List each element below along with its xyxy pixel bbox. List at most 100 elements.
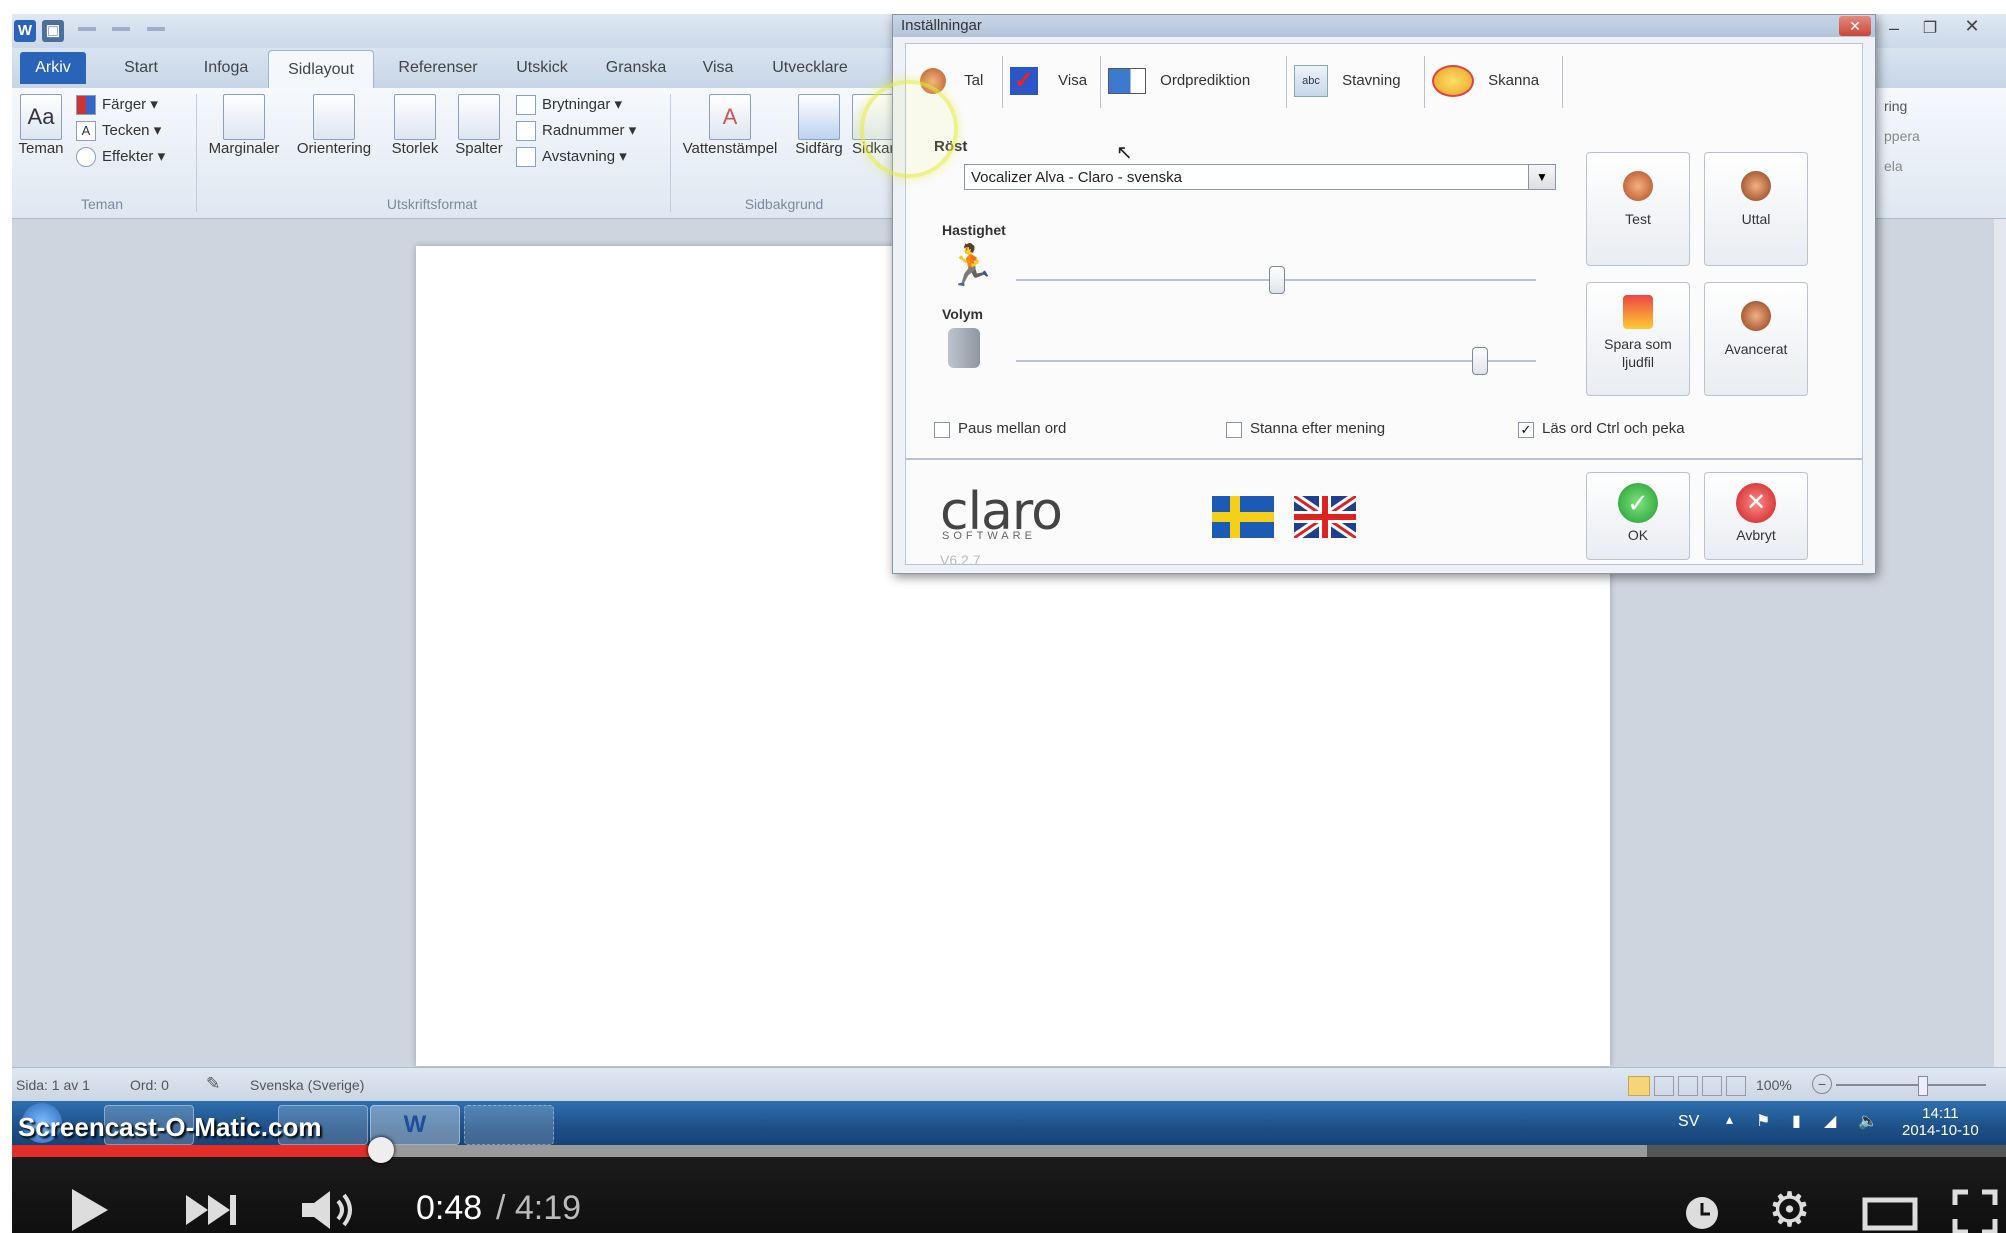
checkbox-read-word-ctrl[interactable]: ✓ <box>1518 422 1534 438</box>
cancel-button[interactable]: ✕ Avbryt <box>1704 472 1808 560</box>
dialog-close-icon[interactable]: ✕ <box>1839 16 1871 36</box>
chevron-down-icon[interactable]: ▼ <box>1528 165 1555 189</box>
save-icon[interactable]: ▣ <box>42 20 64 42</box>
ok-button[interactable]: ✓ OK <box>1586 472 1690 560</box>
theater-mode-icon[interactable] <box>1862 1197 1918 1231</box>
outline-view-icon[interactable] <box>1702 1076 1722 1096</box>
pronunciation-button[interactable]: Uttal <box>1704 152 1808 266</box>
tab-stavning[interactable]: abc Stavning <box>1294 52 1418 110</box>
dialog-title-bar[interactable]: Inställningar ✕ <box>893 15 1875 37</box>
swedish-flag-icon[interactable] <box>1212 496 1274 538</box>
themes-options: Färger ▾ A Tecken ▾ Effekter ▾ <box>76 92 186 170</box>
status-word-count[interactable]: Ord: 0 <box>130 1077 169 1093</box>
version-label: V6.2.7 <box>940 552 981 568</box>
themes-button[interactable]: Aa Teman <box>16 94 66 157</box>
tab-visa-dialog[interactable]: ✓ Visa <box>1010 52 1094 110</box>
size-label: Storlek <box>391 140 439 157</box>
volume-slider-track[interactable] <box>1016 360 1536 362</box>
speed-slider-thumb[interactable] <box>1269 266 1285 294</box>
test-button[interactable]: Test <box>1586 152 1690 266</box>
full-screen-view-icon[interactable] <box>1654 1076 1674 1096</box>
hyphenation-button[interactable]: Avstavning ▾ <box>516 144 666 170</box>
status-language[interactable]: Svenska (Sverige) <box>250 1077 364 1093</box>
volume-slider-thumb[interactable] <box>1471 347 1488 375</box>
uk-flag-icon[interactable] <box>1294 496 1356 538</box>
tray-flag-icon[interactable]: ⚑ <box>1756 1111 1770 1131</box>
voice-select[interactable]: Vocalizer Alva - Claro - svenska <box>964 164 1556 190</box>
web-layout-view-icon[interactable] <box>1678 1076 1698 1096</box>
watermark-icon: A <box>709 94 751 140</box>
fullscreen-icon[interactable] <box>1952 1189 1998 1233</box>
print-layout-view-icon[interactable] <box>1628 1076 1650 1096</box>
spelling-abc-icon: abc <box>1294 65 1328 98</box>
progress-scrubber[interactable] <box>367 1137 394 1163</box>
margins-button[interactable]: Marginaler <box>202 94 286 157</box>
quick-access-toolbar[interactable] <box>72 22 182 36</box>
watermark-button[interactable]: A Vattenstämpel <box>674 94 786 157</box>
tab-arkiv[interactable]: Arkiv <box>20 52 86 84</box>
checkbox-pause-between-words[interactable] <box>934 422 950 438</box>
group-label-page-background: Sidbakgrund <box>744 196 824 212</box>
tab-skanna[interactable]: Skanna <box>1432 52 1556 110</box>
effects-icon <box>76 147 96 168</box>
arrange-item[interactable]: ela <box>1884 158 1994 188</box>
tray-clock[interactable]: 14:11 2014-10-10 <box>1902 1105 1979 1139</box>
watch-later-icon[interactable] <box>1684 1195 1720 1231</box>
zoom-slider-track[interactable] <box>1836 1084 1986 1086</box>
zoom-slider-thumb[interactable] <box>1918 1076 1928 1096</box>
next-icon[interactable] <box>184 1193 240 1227</box>
zoom-level[interactable]: 100% <box>1756 1077 1792 1093</box>
fonts-icon: A <box>76 121 96 142</box>
checkbox-stop-after-sentence[interactable] <box>1226 422 1242 438</box>
tab-visa-label: Visa <box>1058 72 1088 89</box>
tab-infoga[interactable]: Infoga <box>188 48 264 88</box>
maximize-icon[interactable]: ❐ <box>1916 18 1944 40</box>
columns-button[interactable]: Spalter <box>448 94 510 157</box>
pause-between-words-label: Paus mellan ord <box>958 420 1067 437</box>
window-close-icon[interactable]: ✕ <box>1952 16 1992 40</box>
settings-gear-icon[interactable]: ⚙ <box>1768 1183 1811 1233</box>
tab-start[interactable]: Start <box>108 48 174 88</box>
fonts-button[interactable]: A Tecken ▾ <box>76 118 186 144</box>
page-color-button[interactable]: Sidfärg <box>788 94 850 157</box>
word-app-icon[interactable]: W <box>14 20 36 42</box>
draft-view-icon[interactable] <box>1726 1076 1746 1096</box>
proofing-icon[interactable]: ✎ <box>206 1074 220 1094</box>
speed-label: Hastighet <box>942 222 1006 238</box>
tab-ordprediktion[interactable]: Ordprediktion <box>1108 52 1280 110</box>
tab-referenser[interactable]: Referenser <box>388 48 488 88</box>
tray-expand-icon[interactable]: ▴ <box>1726 1111 1733 1128</box>
zoom-out-icon[interactable]: − <box>1812 1074 1832 1094</box>
size-button[interactable]: Storlek <box>384 94 446 157</box>
volume-icon[interactable] <box>300 1189 362 1231</box>
tab-utvecklare[interactable]: Utvecklare <box>760 48 860 88</box>
status-page-count[interactable]: Sida: 1 av 1 <box>16 1077 90 1093</box>
dialog-panel: Tal ✓ Visa Ordprediktion abc Stavning Sk… <box>905 43 1863 568</box>
progress-played <box>12 1145 381 1157</box>
tray-volume-icon[interactable]: 🔈 <box>1858 1111 1878 1131</box>
effects-button[interactable]: Effekter ▾ <box>76 144 186 170</box>
advanced-button[interactable]: Avancerat <box>1704 282 1808 396</box>
line-numbers-button[interactable]: Radnummer ▾ <box>516 118 666 144</box>
taskbar-app-snipping[interactable] <box>464 1105 554 1145</box>
tray-network-icon[interactable]: ◢ <box>1824 1111 1836 1131</box>
tray-battery-icon[interactable]: ▮ <box>1792 1111 1801 1131</box>
colors-button[interactable]: Färger ▾ <box>76 92 186 118</box>
word-prediction-icon <box>1108 68 1146 95</box>
vertical-scrollbar[interactable] <box>1994 219 2006 1067</box>
tab-granska[interactable]: Granska <box>594 48 678 88</box>
arrange-group-partial: ring ppera ela <box>1884 98 1994 188</box>
ribbon-separator <box>196 94 197 212</box>
tab-utskick[interactable]: Utskick <box>504 48 580 88</box>
tray-language[interactable]: SV <box>1678 1113 1699 1131</box>
minimize-icon[interactable]: – <box>1880 18 1908 40</box>
screencast-watermark: Screencast-O-Matic.com <box>18 1112 322 1142</box>
arrange-item[interactable]: ppera <box>1884 128 1994 158</box>
play-icon[interactable] <box>68 1187 110 1233</box>
save-as-audio-button[interactable]: Spara som ljudfil <box>1586 282 1690 396</box>
orientation-button[interactable]: Orientering <box>288 94 380 157</box>
tab-sidlayout[interactable]: Sidlayout <box>268 50 374 89</box>
breaks-button[interactable]: Brytningar ▾ <box>516 92 666 118</box>
arrange-item[interactable]: ring <box>1884 98 1994 128</box>
tab-visa[interactable]: Visa <box>690 48 746 88</box>
